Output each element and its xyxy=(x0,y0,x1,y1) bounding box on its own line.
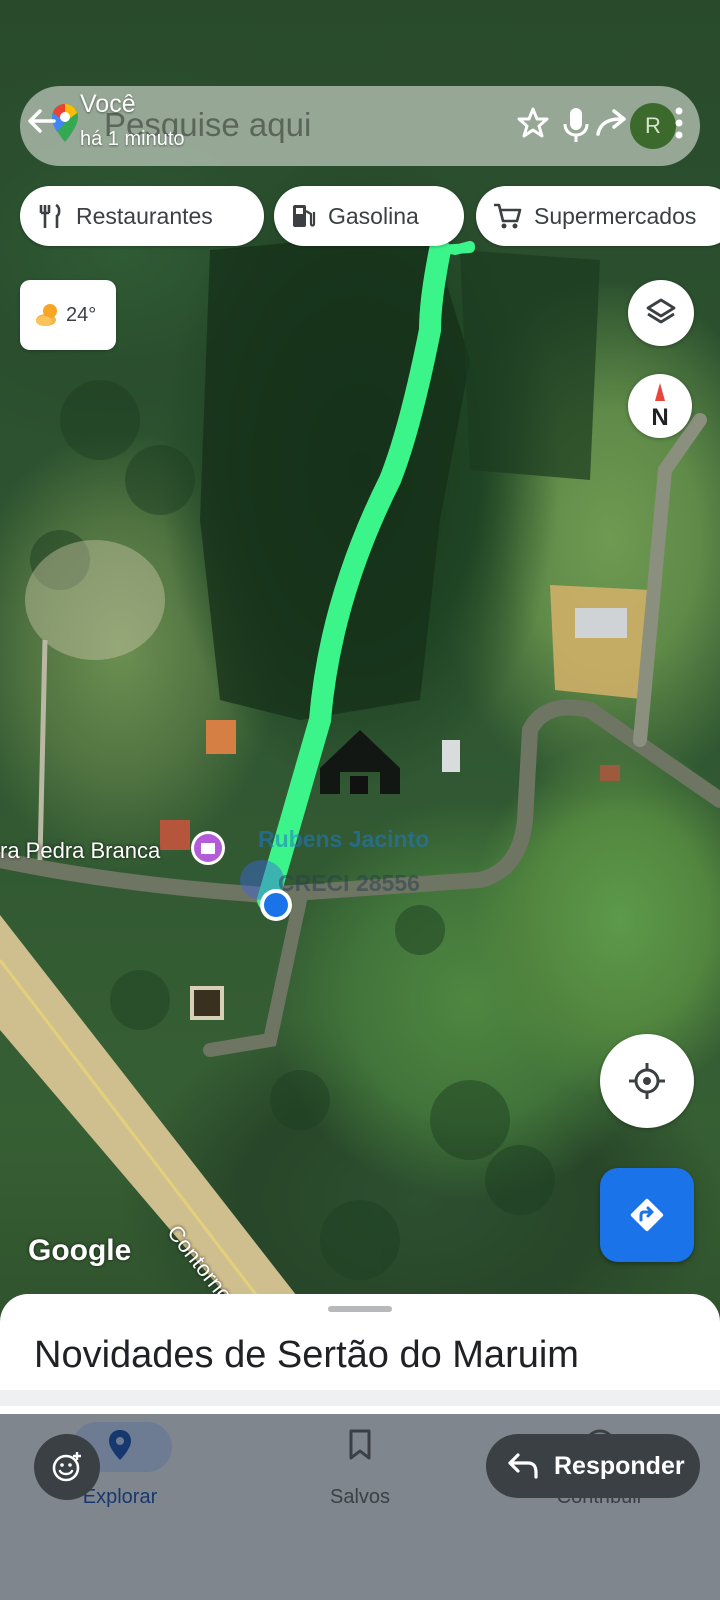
google-logo: Google xyxy=(28,1234,132,1267)
emoji-reaction-button[interactable] xyxy=(34,1434,100,1500)
sheet-divider xyxy=(0,1390,720,1406)
forward-share-icon[interactable] xyxy=(594,106,632,140)
nav-saved-label: Salvos xyxy=(329,1486,391,1508)
add-emoji-icon xyxy=(52,1452,81,1482)
sheet-title: Novidades de Sertão do Maruim xyxy=(34,1334,579,1376)
microphone-icon[interactable] xyxy=(562,106,590,144)
place-label[interactable]: ra Pedra Branca xyxy=(0,838,160,864)
chip-restaurants[interactable]: Restaurantes xyxy=(20,186,264,246)
bookmark-icon xyxy=(349,1429,371,1460)
weather-badge[interactable]: 24° xyxy=(20,280,116,350)
directions-icon xyxy=(630,1198,664,1232)
nav-saved[interactable]: Salvos xyxy=(280,1420,440,1530)
crosshair-icon xyxy=(629,1063,665,1099)
avatar[interactable]: R xyxy=(630,103,676,149)
directions-button[interactable] xyxy=(600,1168,694,1262)
sheet-drag-handle[interactable] xyxy=(328,1306,392,1312)
compass-letter: N xyxy=(651,404,668,431)
fork-knife-icon xyxy=(39,203,61,228)
location-pin-icon xyxy=(109,1430,131,1460)
reply-label: Responder xyxy=(554,1451,685,1480)
my-location-button[interactable] xyxy=(600,1034,694,1128)
chip-gas[interactable]: Gasolina xyxy=(274,186,464,246)
weather-temperature: 24° xyxy=(66,303,97,326)
more-vertical-icon[interactable] xyxy=(672,106,686,140)
compass-button[interactable]: N xyxy=(628,374,692,438)
profile-time: há 1 minuto xyxy=(80,128,185,150)
star-icon[interactable] xyxy=(516,106,550,140)
chip-label: Restaurantes xyxy=(76,202,213,229)
reply-arrow-icon xyxy=(508,1453,538,1479)
back-arrow-icon[interactable] xyxy=(24,103,60,139)
watermark-creci: CRECI 28556 xyxy=(278,870,420,896)
shopping-cart-icon xyxy=(494,203,522,229)
chip-supermarkets[interactable]: Supermercados xyxy=(476,186,720,246)
reply-button[interactable]: Responder xyxy=(486,1434,700,1498)
layers-button[interactable] xyxy=(628,280,694,346)
chip-label: Gasolina xyxy=(328,202,419,229)
layers-icon xyxy=(646,298,676,324)
gas-pump-icon xyxy=(293,205,316,227)
chip-label: Supermercados xyxy=(534,202,697,229)
partly-sunny-icon xyxy=(36,304,57,326)
profile-name: Você xyxy=(80,90,136,118)
watermark-name: Rubens Jacinto xyxy=(258,826,430,852)
compass-icon: N xyxy=(651,383,669,431)
